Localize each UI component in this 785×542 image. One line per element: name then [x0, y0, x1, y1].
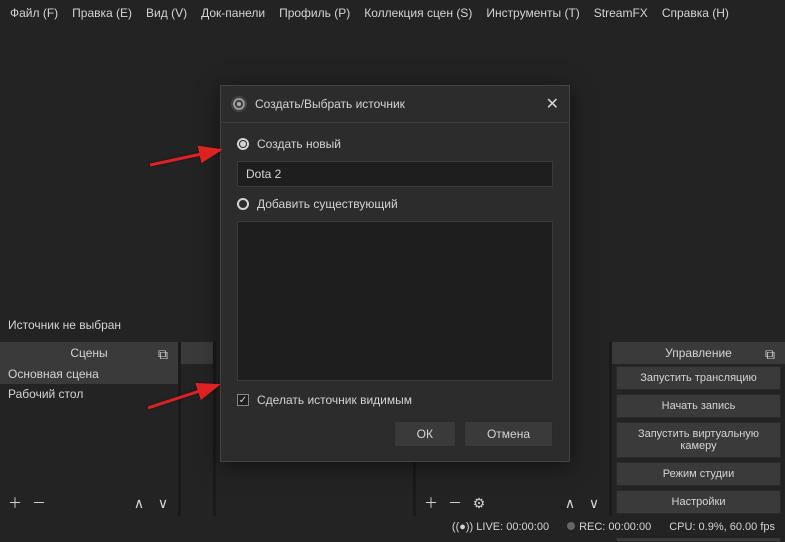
- start-virtual-cam-button[interactable]: Запустить виртуальную камеру: [616, 422, 781, 458]
- menu-help[interactable]: Справка (H): [662, 6, 729, 20]
- no-source-label: Источник не выбран: [8, 318, 121, 332]
- gear-icon[interactable]: ⚙: [470, 494, 488, 512]
- scenes-footer: ＋ － ∧ ∨: [0, 490, 178, 516]
- radio-add-existing[interactable]: Добавить существующий: [237, 197, 553, 211]
- sources-header: [181, 342, 213, 364]
- move-up-icon[interactable]: ∧: [130, 494, 148, 512]
- statusbar: ((●)) LIVE: 00:00:00 REC: 00:00:00 CPU: …: [0, 516, 785, 538]
- ok-button[interactable]: ОК: [394, 421, 456, 447]
- annotation-arrow: [148, 380, 228, 413]
- controls-panel: Управление ⧉ Запустить трансляцию Начать…: [612, 342, 785, 516]
- menu-profile[interactable]: Профиль (P): [279, 6, 350, 20]
- move-down-icon[interactable]: ∨: [585, 494, 603, 512]
- remove-icon[interactable]: －: [446, 494, 464, 512]
- radio-icon: [237, 138, 249, 150]
- controls-header: Управление ⧉: [612, 342, 785, 364]
- settings-button[interactable]: Настройки: [616, 490, 781, 514]
- sources-panel: [181, 342, 213, 516]
- status-rec: REC: 00:00:00: [567, 521, 651, 533]
- scenes-title: Сцены: [70, 346, 107, 360]
- start-streaming-button[interactable]: Запустить трансляцию: [616, 366, 781, 390]
- menu-view[interactable]: Вид (V): [146, 6, 187, 20]
- status-live: ((●)) LIVE: 00:00:00: [452, 521, 549, 533]
- annotation-arrow: [150, 140, 230, 173]
- radio-label: Создать новый: [257, 137, 341, 151]
- cancel-button[interactable]: Отмена: [464, 421, 553, 447]
- source-name-input[interactable]: [237, 161, 553, 187]
- transitions-footer: ＋ － ⚙ ∧ ∨: [416, 490, 609, 516]
- start-recording-button[interactable]: Начать запись: [616, 394, 781, 418]
- move-down-icon[interactable]: ∨: [154, 494, 172, 512]
- remove-icon[interactable]: －: [30, 494, 48, 512]
- popout-icon[interactable]: ⧉: [761, 345, 779, 363]
- menu-docks[interactable]: Док-панели: [201, 6, 265, 20]
- menu-streamfx[interactable]: StreamFX: [594, 6, 648, 20]
- studio-mode-button[interactable]: Режим студии: [616, 462, 781, 486]
- menu-edit[interactable]: Правка (E): [72, 6, 132, 20]
- controls-title: Управление: [665, 346, 732, 360]
- close-icon[interactable]: ✕: [546, 94, 559, 114]
- record-dot-icon: [567, 522, 575, 530]
- scenes-header: Сцены ⧉: [0, 342, 178, 364]
- checkbox-icon: ✓: [237, 394, 249, 406]
- radio-label: Добавить существующий: [257, 197, 398, 211]
- make-visible-checkbox[interactable]: ✓ Сделать источник видимым: [237, 393, 553, 407]
- checkbox-label: Сделать источник видимым: [257, 393, 412, 407]
- dialog-title: Создать/Выбрать источник: [255, 97, 546, 111]
- radio-icon: [237, 198, 249, 210]
- dialog-titlebar[interactable]: Создать/Выбрать источник ✕: [221, 86, 569, 123]
- status-cpu: CPU: 0.9%, 60.00 fps: [669, 521, 775, 533]
- menubar: Файл (F) Правка (E) Вид (V) Док-панели П…: [0, 0, 785, 26]
- broadcast-icon: ((●)): [452, 521, 473, 533]
- existing-sources-list[interactable]: [237, 221, 553, 381]
- popout-icon[interactable]: ⧉: [154, 345, 172, 363]
- scenes-panel: Сцены ⧉ Основная сцена Рабочий стол ＋ － …: [0, 342, 178, 516]
- add-icon[interactable]: ＋: [422, 494, 440, 512]
- menu-file[interactable]: Файл (F): [10, 6, 58, 20]
- menu-scene-collection[interactable]: Коллекция сцен (S): [364, 6, 472, 20]
- move-up-icon[interactable]: ∧: [561, 494, 579, 512]
- create-source-dialog: Создать/Выбрать источник ✕ Создать новый…: [220, 85, 570, 462]
- menu-tools[interactable]: Инструменты (T): [486, 6, 579, 20]
- add-icon[interactable]: ＋: [6, 494, 24, 512]
- obs-logo-icon: [231, 96, 247, 112]
- radio-create-new[interactable]: Создать новый: [237, 137, 553, 151]
